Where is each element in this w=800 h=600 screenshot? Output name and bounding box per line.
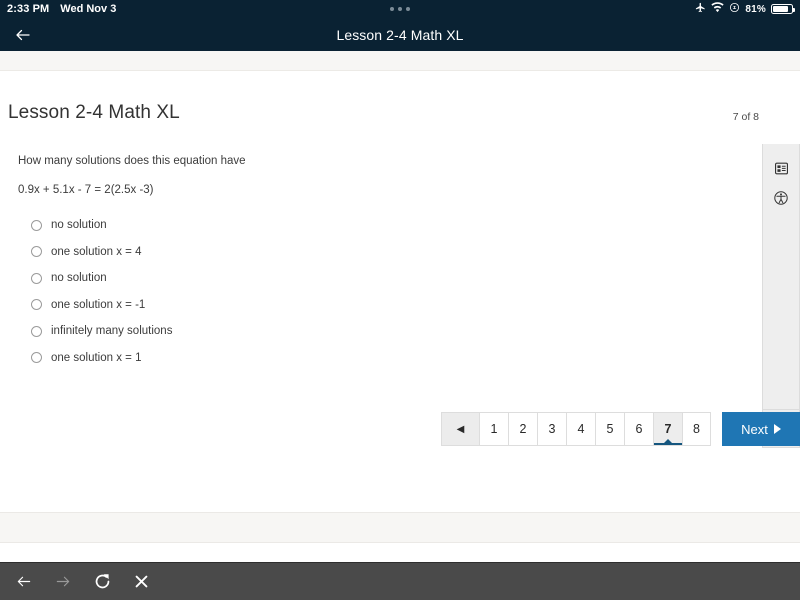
rotation-lock-icon	[729, 2, 740, 16]
close-icon	[135, 575, 147, 588]
airplane-mode-icon	[695, 2, 706, 16]
page-number: 3	[548, 422, 556, 436]
status-indicators: 81%	[695, 2, 795, 16]
page-number: 7	[664, 422, 672, 436]
browser-close-button[interactable]	[129, 570, 153, 594]
choice-option[interactable]: one solution x = 1	[31, 344, 438, 371]
choice-label: one solution x = 1	[51, 351, 142, 364]
pagination-page-2[interactable]: 2	[508, 412, 537, 446]
radio-button-icon[interactable]	[31, 272, 42, 284]
accessibility-button[interactable]	[766, 183, 796, 213]
pagination-page-1[interactable]: 1	[479, 412, 508, 446]
pagination-page-4[interactable]: 4	[566, 412, 595, 446]
page-title: Lesson 2-4 Math XL	[8, 102, 180, 123]
tool-rail	[762, 144, 800, 410]
choice-option[interactable]: infinitely many solutions	[31, 318, 438, 345]
browser-back-button[interactable]	[12, 570, 36, 594]
battery-icon	[771, 4, 795, 14]
browser-forward-button[interactable]	[51, 570, 75, 594]
next-button[interactable]: Next	[722, 412, 800, 446]
choice-label: no solution	[51, 219, 107, 232]
question-block: How many solutions does this equation ha…	[18, 154, 438, 371]
footer-strip	[0, 512, 800, 543]
forward-icon	[56, 576, 70, 587]
back-icon	[17, 576, 31, 587]
next-triangle-icon	[773, 424, 781, 434]
choice-list: no solution one solution x = 4 no soluti…	[18, 212, 438, 371]
app-header: Lesson 2-4 Math XL	[0, 18, 800, 51]
question-prompt: How many solutions does this equation ha…	[18, 155, 246, 167]
page-number: 6	[635, 422, 643, 436]
reload-icon	[95, 574, 109, 589]
prev-triangle-icon: ◀	[456, 423, 465, 435]
app-title: Lesson 2-4 Math XL	[336, 26, 464, 43]
pagination-prev-button[interactable]: ◀	[441, 412, 479, 446]
question-counter: 7 of 8	[732, 111, 759, 123]
radio-button-icon[interactable]	[31, 325, 42, 337]
accessibility-icon	[774, 191, 788, 205]
battery-percent: 81%	[745, 3, 766, 15]
contents-button[interactable]	[766, 153, 796, 183]
choice-option[interactable]: one solution x = -1	[31, 291, 438, 318]
pagination-page-7-active[interactable]: 7	[653, 412, 682, 446]
back-arrow-icon	[16, 29, 30, 40]
next-label: Next	[741, 421, 768, 437]
wifi-icon	[711, 2, 724, 16]
browser-toolbar	[0, 562, 800, 600]
choice-label: no solution	[51, 272, 107, 285]
page-number: 2	[519, 422, 527, 436]
back-button[interactable]	[0, 18, 46, 51]
radio-button-icon[interactable]	[31, 219, 42, 231]
pagination-page-5[interactable]: 5	[595, 412, 624, 446]
choice-option[interactable]: no solution	[31, 265, 438, 292]
choice-label: one solution x = -1	[51, 298, 146, 311]
dots-icon	[390, 7, 410, 11]
active-page-caret-icon	[664, 439, 672, 443]
status-time: 2:33 PM	[7, 3, 50, 15]
page-number: 4	[577, 422, 585, 436]
question-equation: 0.9x + 5.1x - 7 = 2(2.5x -3)	[18, 183, 154, 196]
pagination-page-3[interactable]: 3	[537, 412, 566, 446]
status-center-dots	[0, 0, 800, 18]
status-bar: 2:33 PM Wed Nov 3 81%	[0, 0, 800, 18]
tablet-screen: 2:33 PM Wed Nov 3 81% Lesson 2-4 Math XL…	[0, 0, 800, 600]
pagination-group: ◀ 1 2 3 4 5 6 7 8 Next	[441, 412, 800, 446]
radio-button-icon[interactable]	[31, 352, 42, 364]
browser-reload-button[interactable]	[90, 570, 114, 594]
page-number: 5	[606, 422, 614, 436]
page-number: 8	[693, 422, 700, 436]
radio-button-icon[interactable]	[31, 299, 42, 311]
header-sub-strip	[0, 51, 800, 71]
content-header: Lesson 2-4 Math XL 7 of 8	[8, 102, 792, 128]
pagination-page-6[interactable]: 6	[624, 412, 653, 446]
choice-label: infinitely many solutions	[51, 325, 173, 338]
choice-option[interactable]: no solution	[31, 212, 438, 239]
lesson-content: Lesson 2-4 Math XL 7 of 8 How many solut…	[0, 72, 800, 512]
page-number: 1	[490, 422, 498, 436]
choice-label: one solution x = 4	[51, 245, 142, 258]
choice-option[interactable]: one solution x = 4	[31, 238, 438, 265]
pagination: ◀ 1 2 3 4 5 6 7 8 Next	[0, 412, 800, 446]
pagination-page-8[interactable]: 8	[682, 412, 711, 446]
contents-icon	[774, 162, 788, 174]
status-date: Wed Nov 3	[60, 3, 117, 15]
radio-button-icon[interactable]	[31, 246, 42, 258]
